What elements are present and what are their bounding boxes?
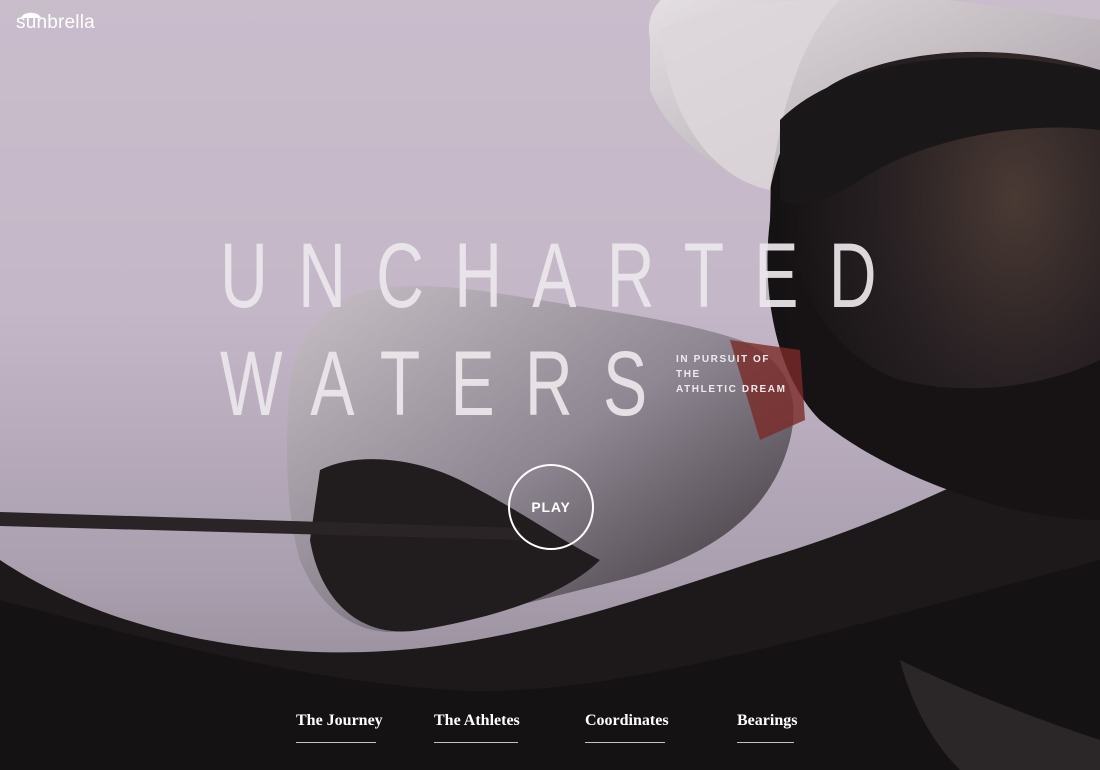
tagline: IN PURSUIT OF THE ATHLETIC DREAM [676, 352, 796, 397]
page-title: UNCHARTED WATERS [220, 222, 1100, 438]
tagline-line-1: IN PURSUIT OF THE [676, 354, 771, 380]
tagline-line-2: ATHLETIC DREAM [676, 384, 787, 395]
nav-item-bearings[interactable]: Bearings [737, 712, 797, 743]
play-label: PLAY [531, 499, 571, 515]
title-line-1: UNCHARTED [220, 225, 907, 327]
nav-item-coordinates[interactable]: Coordinates [585, 712, 669, 743]
brand-logo[interactable]: sunbrella [16, 12, 95, 34]
nav-item-the-journey[interactable]: The Journey [296, 712, 383, 743]
play-button[interactable]: PLAY [508, 464, 594, 550]
hero-background: sunbrella UNCHARTED WATERS IN PURSUIT OF… [0, 0, 1100, 770]
nav-item-the-athletes[interactable]: The Athletes [434, 712, 520, 743]
umbrella-icon [21, 12, 41, 18]
title-line-2: WATERS [220, 333, 678, 435]
